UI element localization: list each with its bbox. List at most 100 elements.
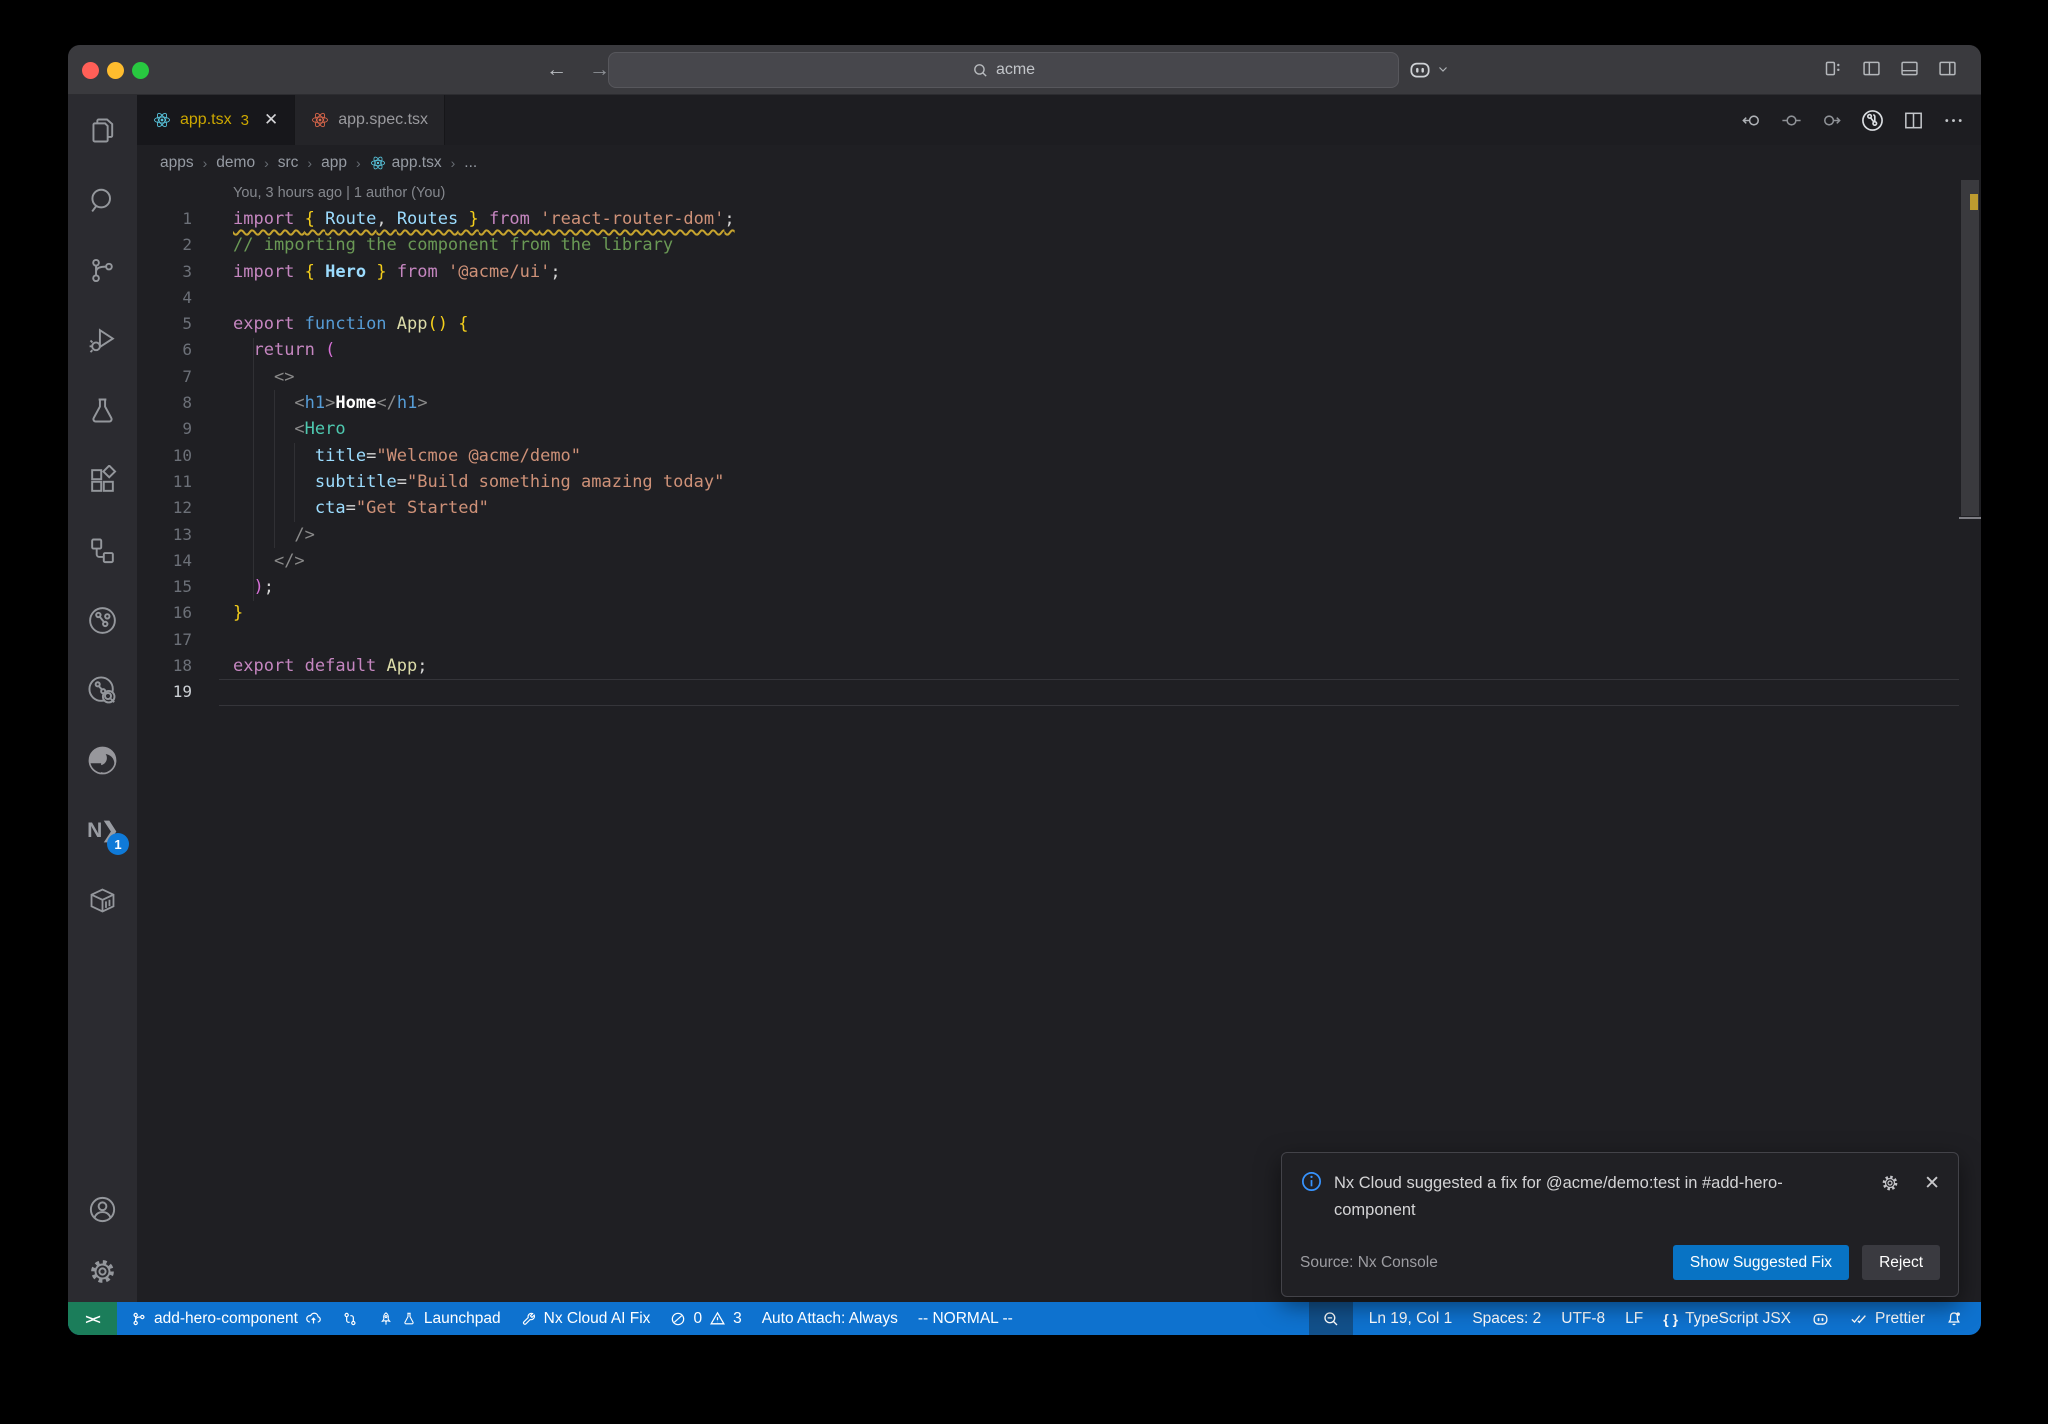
breadcrumb-item[interactable]: src — [278, 154, 299, 172]
line-content[interactable]: return ( — [219, 337, 1959, 363]
scrollbar-thumb[interactable] — [1961, 180, 1979, 516]
code-line[interactable]: 9 <Hero — [137, 416, 1981, 442]
run-target-icon[interactable] — [1860, 108, 1885, 133]
remote-indicator[interactable]: >< — [68, 1302, 117, 1335]
line-content[interactable]: ); — [219, 574, 1959, 600]
activity-settings[interactable] — [68, 1240, 137, 1302]
activity-edge-browser[interactable] — [68, 725, 137, 795]
language-status-item[interactable]: { } TypeScript JSX — [1653, 1302, 1801, 1335]
reject-button[interactable]: Reject — [1862, 1245, 1940, 1280]
toggle-panel-icon[interactable] — [1899, 58, 1920, 79]
code-line[interactable]: 8 <h1>Home</h1> — [137, 390, 1981, 416]
activity-run-debug[interactable] — [68, 305, 137, 375]
activity-nx-console[interactable]: N❯ 1 — [68, 795, 137, 865]
code-line[interactable]: 13 /> — [137, 522, 1981, 548]
activity-hierarchy[interactable] — [68, 515, 137, 585]
breadcrumb-item[interactable]: demo — [216, 154, 255, 172]
line-content[interactable] — [219, 679, 1959, 706]
activity-containers[interactable] — [68, 865, 137, 935]
activity-nx-project-details[interactable] — [68, 655, 137, 725]
nx-cloud-fix-status-item[interactable]: Nx Cloud AI Fix — [511, 1302, 661, 1335]
nav-forward-circle-icon[interactable] — [1820, 109, 1843, 132]
activity-explorer[interactable] — [68, 95, 137, 165]
line-content[interactable]: title="Welcmoe @acme/demo" — [219, 443, 1959, 469]
navigate-back-icon[interactable]: ← — [546, 58, 567, 82]
code-line[interactable]: 7 <> — [137, 364, 1981, 390]
maximize-window-button[interactable] — [132, 62, 149, 79]
line-content[interactable]: <Hero — [219, 416, 1959, 442]
minimize-window-button[interactable] — [107, 62, 124, 79]
activity-account[interactable] — [68, 1178, 137, 1240]
navigate-forward-icon[interactable]: → — [589, 58, 610, 82]
line-content[interactable]: <h1>Home</h1> — [219, 390, 1959, 416]
launchpad-status-item[interactable]: Launchpad — [368, 1302, 511, 1335]
zoom-status-item[interactable] — [1308, 1302, 1353, 1335]
tab-app-tsx[interactable]: app.tsx 3 ✕ — [137, 95, 296, 145]
line-content[interactable]: export function App() { — [219, 311, 1959, 337]
code-line[interactable]: 17 — [137, 627, 1981, 653]
tab-app-spec-tsx[interactable]: app.spec.tsx — [295, 95, 446, 145]
split-editor-icon[interactable] — [1902, 109, 1925, 132]
line-content[interactable] — [219, 627, 1959, 653]
copilot-status-item[interactable] — [1801, 1302, 1840, 1335]
code-line[interactable]: 18 export default App; — [137, 653, 1981, 679]
encoding-status-item[interactable]: UTF-8 — [1551, 1302, 1615, 1335]
code-line[interactable]: 1 import { Route, Routes } from 'react-ro… — [137, 206, 1981, 232]
breadcrumb-item[interactable]: ... — [464, 154, 477, 172]
code-line[interactable]: 6 return ( — [137, 337, 1981, 363]
code-line[interactable]: 12 cta="Get Started" — [137, 495, 1981, 521]
line-content[interactable]: export default App; — [219, 653, 1959, 679]
customize-layout-icon[interactable] — [1823, 58, 1844, 79]
commit-circle-icon[interactable] — [1780, 109, 1803, 132]
breadcrumb-item[interactable]: app — [321, 154, 347, 172]
code-line[interactable]: 15 ); — [137, 574, 1981, 600]
line-content[interactable]: import { Route, Routes } from 'react-rou… — [219, 206, 1959, 232]
nav-back-circle-icon[interactable] — [1740, 109, 1763, 132]
code-line[interactable]: 19 — [137, 679, 1981, 706]
show-suggested-fix-button[interactable]: Show Suggested Fix — [1672, 1245, 1850, 1280]
line-content[interactable]: } — [219, 600, 1959, 626]
auto-attach-status-item[interactable]: Auto Attach: Always — [752, 1302, 908, 1335]
line-content[interactable]: /> — [219, 522, 1959, 548]
code-line[interactable]: 14 </> — [137, 548, 1981, 574]
vim-mode-status-item[interactable]: -- NORMAL -- — [908, 1302, 1023, 1335]
line-content[interactable]: subtitle="Build something amazing today" — [219, 469, 1959, 495]
more-actions-icon[interactable] — [1942, 109, 1965, 132]
activity-nx-graph[interactable] — [68, 585, 137, 655]
code-line[interactable]: 2 // importing the component from the lib… — [137, 232, 1981, 258]
line-content[interactable]: <> — [219, 364, 1959, 390]
activity-source-control[interactable] — [68, 235, 137, 305]
activity-extensions[interactable] — [68, 445, 137, 515]
line-content[interactable] — [219, 285, 1959, 311]
code-line[interactable]: 11 subtitle="Build something amazing tod… — [137, 469, 1981, 495]
line-content[interactable]: import { Hero } from '@acme/ui'; — [219, 259, 1959, 285]
notifications-status-item[interactable] — [1935, 1302, 1973, 1335]
git-compare-status-item[interactable] — [332, 1302, 368, 1335]
code-line[interactable]: 3 import { Hero } from '@acme/ui'; — [137, 259, 1981, 285]
command-center-search[interactable]: acme — [608, 52, 1399, 88]
cursor-position-status-item[interactable]: Ln 19, Col 1 — [1359, 1302, 1463, 1335]
breadcrumb-file[interactable]: app.tsx — [370, 154, 442, 172]
close-icon[interactable]: ✕ — [1924, 1174, 1940, 1193]
activity-testing[interactable] — [68, 375, 137, 445]
code-line[interactable]: 10 title="Welcmoe @acme/demo" — [137, 443, 1981, 469]
breadcrumb-item[interactable]: apps — [160, 154, 194, 172]
copilot-menu[interactable] — [1407, 56, 1449, 82]
line-content[interactable]: cta="Get Started" — [219, 495, 1959, 521]
formatter-status-item[interactable]: Prettier — [1840, 1302, 1935, 1335]
indentation-status-item[interactable]: Spaces: 2 — [1462, 1302, 1551, 1335]
close-window-button[interactable] — [82, 62, 99, 79]
line-content[interactable]: // importing the component from the libr… — [219, 232, 1959, 258]
editor-scrollbar[interactable] — [1959, 180, 1981, 1302]
line-content[interactable]: </> — [219, 548, 1959, 574]
gear-icon[interactable] — [1880, 1173, 1900, 1193]
code-line[interactable]: 16} — [137, 600, 1981, 626]
toggle-primary-sidebar-icon[interactable] — [1861, 58, 1882, 79]
problems-status-item[interactable]: 0 3 — [660, 1302, 751, 1335]
code-editor[interactable]: You, 3 hours ago | 1 author (You) 1 impor… — [137, 180, 1981, 1302]
toggle-secondary-sidebar-icon[interactable] — [1937, 58, 1958, 79]
code-line[interactable]: 4 — [137, 285, 1981, 311]
close-tab-icon[interactable]: ✕ — [264, 110, 278, 130]
activity-search[interactable] — [68, 165, 137, 235]
branch-status-item[interactable]: add-hero-component — [121, 1302, 332, 1335]
